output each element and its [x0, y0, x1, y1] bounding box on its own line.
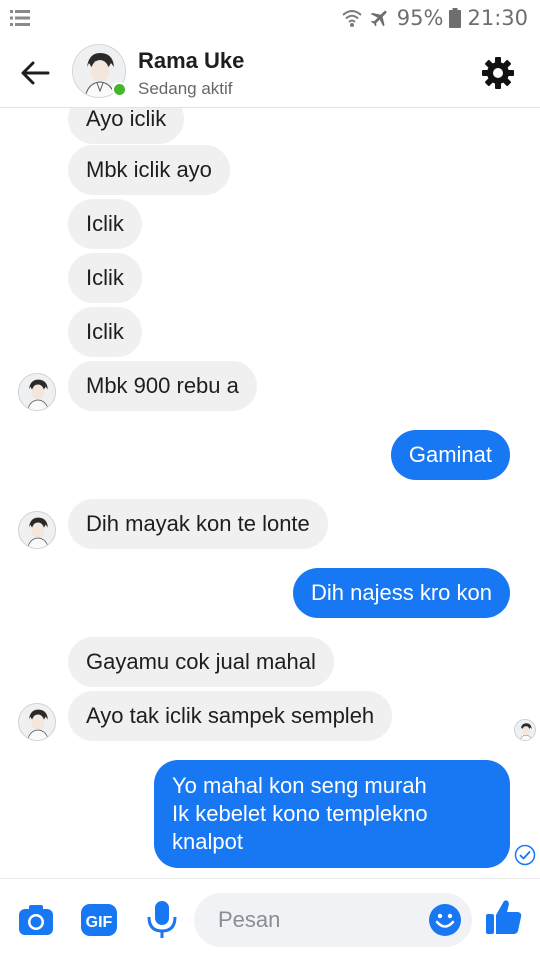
gear-icon[interactable]	[480, 55, 516, 91]
contact-status: Sedang aktif	[138, 79, 233, 98]
message-bubble-incoming[interactable]: Dih mayak kon te lonte	[68, 499, 328, 549]
message-text: Ayo tak iclik sampek sempleh	[86, 703, 375, 728]
message-bubble-incoming[interactable]: Ayo tak iclik sampek sempleh	[68, 691, 393, 741]
back-arrow-icon[interactable]	[18, 56, 52, 90]
message-bubble-incoming[interactable]: Iclik	[68, 307, 142, 357]
read-receipt-avatar	[514, 719, 536, 741]
message-text: Mbk 900 rebu a	[86, 373, 239, 398]
message-text: Iclik	[86, 265, 124, 290]
battery-icon	[449, 8, 462, 28]
message-text: Gayamu cok jual mahal	[86, 649, 316, 674]
message-text-line: Ik kebelet kono templekno	[172, 801, 428, 826]
contact-name[interactable]: Rama Uke	[138, 48, 244, 74]
message-list[interactable]: Ayo iclik Mbk iclik ayo Iclik Iclik Icli…	[0, 108, 540, 878]
message-text: Dih najess kro kon	[311, 580, 492, 605]
message-text: Iclik	[86, 319, 124, 344]
message-bubble-incoming[interactable]: Iclik	[68, 199, 142, 249]
message-text: Dih mayak kon te lonte	[86, 511, 310, 536]
gif-icon[interactable]: GIF	[80, 901, 118, 939]
online-indicator	[112, 82, 127, 97]
message-bubble-incoming[interactable]: Gayamu cok jual mahal	[68, 637, 334, 687]
message-bubble-incoming[interactable]: Ayo iclik	[68, 108, 185, 144]
sender-avatar[interactable]	[18, 703, 56, 741]
status-bar: 95% 21:30	[0, 0, 540, 38]
svg-text:GIF: GIF	[86, 914, 113, 931]
emoji-icon[interactable]	[428, 903, 462, 937]
menu-icon	[10, 10, 30, 26]
message-input[interactable]	[218, 905, 408, 935]
message-bubble-outgoing[interactable]: Yo mahal kon seng murah Ik kebelet kono …	[154, 760, 510, 868]
message-input-container[interactable]	[194, 893, 472, 947]
message-text: Ayo iclik	[86, 108, 167, 131]
message-text-line: knalpot	[172, 829, 243, 854]
microphone-icon[interactable]	[146, 899, 178, 941]
message-text: Gaminat	[408, 442, 492, 467]
clock: 21:30	[467, 6, 528, 30]
sender-avatar[interactable]	[18, 511, 56, 549]
message-bubble-incoming[interactable]: Mbk iclik ayo	[68, 145, 230, 195]
message-bubble-outgoing[interactable]: Gaminat	[390, 430, 510, 480]
sender-avatar[interactable]	[18, 373, 56, 411]
messenger-screen: 95% 21:30 Rama Uke Sedang aktif Ayo icli…	[0, 0, 540, 960]
message-text: Mbk iclik ayo	[86, 157, 212, 182]
wifi-icon	[342, 10, 362, 27]
thumbs-up-icon[interactable]	[484, 897, 524, 937]
composer-bar: GIF	[0, 878, 540, 960]
camera-icon[interactable]	[17, 901, 55, 939]
airplane-icon	[370, 10, 387, 27]
battery-percent: 95%	[396, 6, 444, 30]
message-text-line: Yo mahal kon seng murah	[172, 773, 427, 798]
message-bubble-outgoing[interactable]: Dih najess kro kon	[293, 568, 510, 618]
message-text: Iclik	[86, 211, 124, 236]
message-bubble-incoming[interactable]: Mbk 900 rebu a	[68, 361, 257, 411]
message-bubble-incoming[interactable]: Iclik	[68, 253, 142, 303]
delivered-check-icon	[514, 844, 536, 866]
chat-header: Rama Uke Sedang aktif	[0, 38, 540, 108]
